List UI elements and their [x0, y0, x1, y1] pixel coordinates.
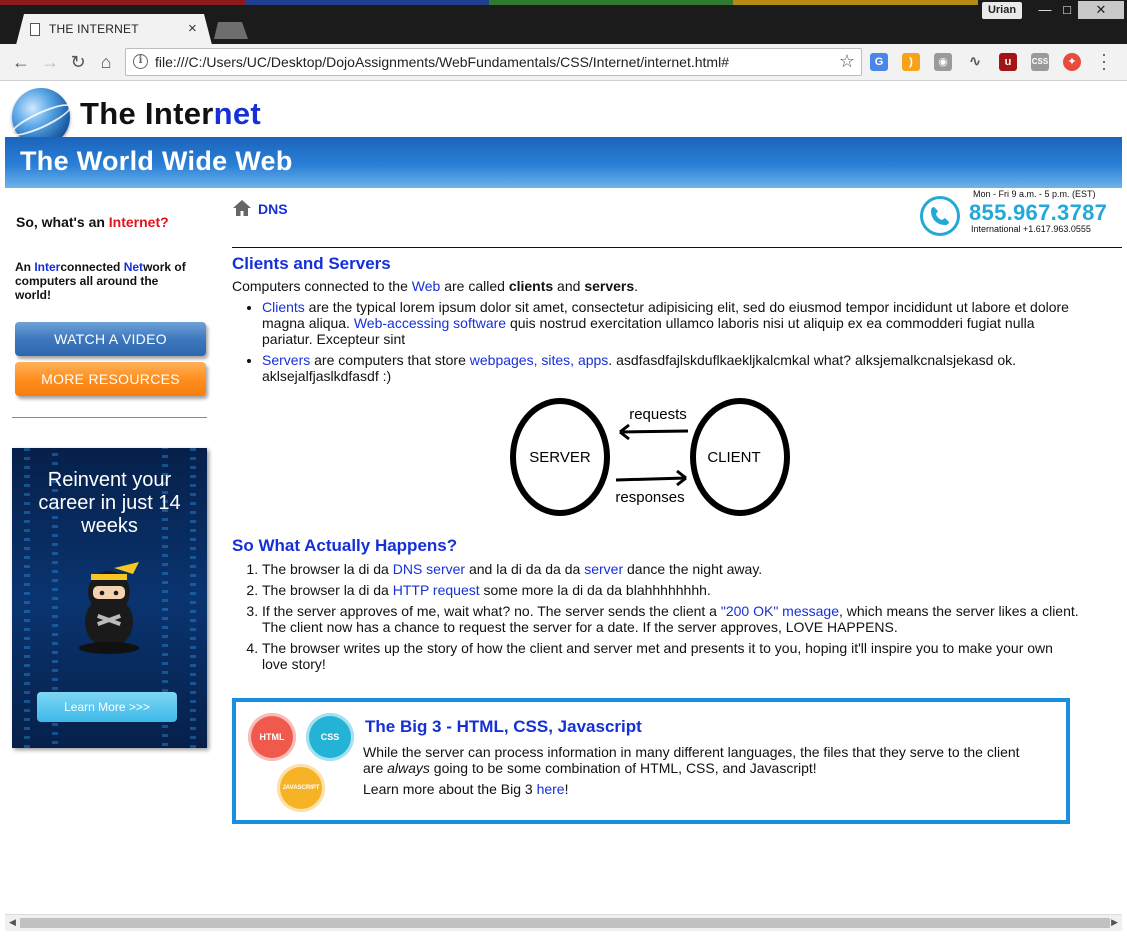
- menu-icon[interactable]: · · ·: [1098, 45, 1110, 77]
- big3-description: While the server can process information…: [363, 744, 1020, 776]
- home-icon[interactable]: ⌂: [94, 50, 118, 74]
- watch-video-button[interactable]: WATCH A VIDEO: [15, 322, 206, 356]
- extension-red-icon[interactable]: ✦: [1063, 53, 1081, 71]
- browser-tab[interactable]: THE INTERNET ×: [16, 14, 212, 45]
- translate-icon[interactable]: G: [870, 53, 888, 71]
- server-link[interactable]: server: [584, 561, 623, 577]
- clients-link[interactable]: Clients: [262, 299, 305, 315]
- site-info-icon[interactable]: i: [133, 54, 148, 69]
- web-link[interactable]: Web: [412, 278, 441, 294]
- ad-headline: Reinvent your career in just 14 weeks: [38, 469, 181, 537]
- html-badge-icon: HTML: [248, 713, 296, 761]
- site-title: The Internet: [80, 96, 262, 131]
- http-request-link[interactable]: HTTP request: [393, 582, 480, 598]
- maximize-icon[interactable]: □: [1053, 1, 1081, 19]
- big3-here-link[interactable]: here: [537, 781, 565, 797]
- theme-stripe-blue: [245, 0, 489, 5]
- url-text[interactable]: file:///C:/Users/UC/Desktop/DojoAssignme…: [155, 54, 729, 70]
- big3-title: The Big 3 - HTML, CSS, Javascript: [365, 717, 642, 736]
- webpages-link[interactable]: webpages, sites, apps: [470, 352, 609, 368]
- servers-link[interactable]: Servers: [262, 352, 310, 368]
- phone-icon: [920, 196, 960, 236]
- javascript-badge-icon: JAVASCRIPT: [277, 764, 325, 812]
- tab-close-icon[interactable]: ×: [188, 20, 197, 37]
- big3-learn-more: Learn more about the Big 3 here!: [363, 781, 569, 797]
- scrollbar-thumb[interactable]: [20, 918, 1110, 928]
- banner: The World Wide Web: [5, 137, 1122, 188]
- home-icon: [233, 200, 251, 216]
- tab-title: THE INTERNET: [49, 22, 139, 36]
- requests-label: requests: [629, 406, 687, 423]
- what-happens-heading: So What Actually Happens?: [232, 536, 458, 555]
- window-close-icon[interactable]: ✕: [1078, 1, 1124, 19]
- breadcrumb[interactable]: DNS: [258, 201, 288, 217]
- address-bar[interactable]: i file:///C:/Users/UC/Desktop/DojoAssign…: [125, 48, 862, 76]
- camera-icon[interactable]: ◉: [934, 53, 952, 71]
- sidebar-description: An Interconnected Network of computers a…: [15, 260, 186, 302]
- international-number: International +1.617.963.0555: [971, 224, 1091, 234]
- client-server-diagram: SERVER CLIENT requests responses: [510, 398, 790, 516]
- reload-icon[interactable]: ↻: [66, 50, 90, 74]
- ublock-icon[interactable]: u: [999, 53, 1017, 71]
- web-software-link[interactable]: Web-accessing software: [354, 315, 506, 331]
- browser-toolbar: ← → ↻ ⌂ i file:///C:/Users/UC/Desktop/Do…: [0, 44, 1127, 81]
- clients-servers-list: Clients are the typical lorem ipsum dolo…: [262, 299, 1072, 389]
- pulse-icon[interactable]: ∿: [966, 53, 984, 71]
- page-icon: [30, 23, 40, 36]
- list-item: Servers are computers that store webpage…: [262, 352, 1072, 384]
- css-badge-icon: CSS: [306, 713, 354, 761]
- list-item: If the server approves of me, wait what?…: [262, 603, 1082, 635]
- scroll-right-icon[interactable]: ▶: [1111, 917, 1118, 928]
- new-tab-button[interactable]: [214, 22, 248, 39]
- theme-stripe-yellow: [733, 0, 978, 5]
- ninja-icon: [79, 562, 139, 654]
- theme-stripe-red: [0, 0, 245, 5]
- forward-icon[interactable]: →: [38, 50, 62, 74]
- dns-server-link[interactable]: DNS server: [393, 561, 465, 577]
- list-item: The browser la di da HTTP request some m…: [262, 582, 1082, 598]
- horizontal-scrollbar[interactable]: ◀ ▶: [5, 914, 1122, 931]
- rss-icon[interactable]: ): [902, 53, 920, 71]
- clients-servers-heading: Clients and Servers: [232, 254, 391, 273]
- bookmark-star-icon[interactable]: ☆: [839, 51, 855, 72]
- more-resources-button[interactable]: MORE RESOURCES: [15, 362, 206, 396]
- steps-list: The browser la di da DNS server and la d…: [262, 561, 1082, 677]
- list-item: Clients are the typical lorem ipsum dolo…: [262, 299, 1072, 347]
- big3-callout: HTML CSS JAVASCRIPT The Big 3 - HTML, CS…: [232, 698, 1070, 824]
- coding-dojo-ad[interactable]: Reinvent your career in just 14 weeks Le…: [12, 448, 207, 748]
- scroll-left-icon[interactable]: ◀: [9, 917, 16, 928]
- 200-ok-link[interactable]: "200 OK" message: [721, 603, 839, 619]
- theme-stripe-green: [489, 0, 733, 5]
- phone-number[interactable]: 855.967.3787: [969, 200, 1107, 226]
- browser-titlebar: THE INTERNET × Urian — □ ✕: [0, 0, 1127, 45]
- main-divider: [232, 247, 1122, 248]
- css-icon[interactable]: CSS: [1031, 53, 1049, 71]
- banner-title: The World Wide Web: [20, 146, 293, 176]
- server-label: SERVER: [529, 449, 591, 466]
- list-item: The browser la di da DNS server and la d…: [262, 561, 1082, 577]
- list-item: The browser writes up the story of how t…: [262, 640, 1082, 672]
- client-label: CLIENT: [707, 449, 760, 466]
- page-viewport: The Internet The World Wide Web So, what…: [5, 81, 1122, 914]
- ad-learn-more-button[interactable]: Learn More >>>: [37, 692, 177, 722]
- responses-label: responses: [615, 489, 684, 506]
- intro-paragraph: Computers connected to the Web are calle…: [232, 278, 639, 294]
- sidebar-divider: [12, 417, 207, 418]
- profile-button[interactable]: Urian: [982, 2, 1022, 19]
- back-icon[interactable]: ←: [9, 50, 33, 74]
- sidebar-heading: So, what's an Internet?: [16, 214, 169, 230]
- contact-hours: Mon - Fri 9 a.m. - 5 p.m. (EST): [973, 189, 1096, 199]
